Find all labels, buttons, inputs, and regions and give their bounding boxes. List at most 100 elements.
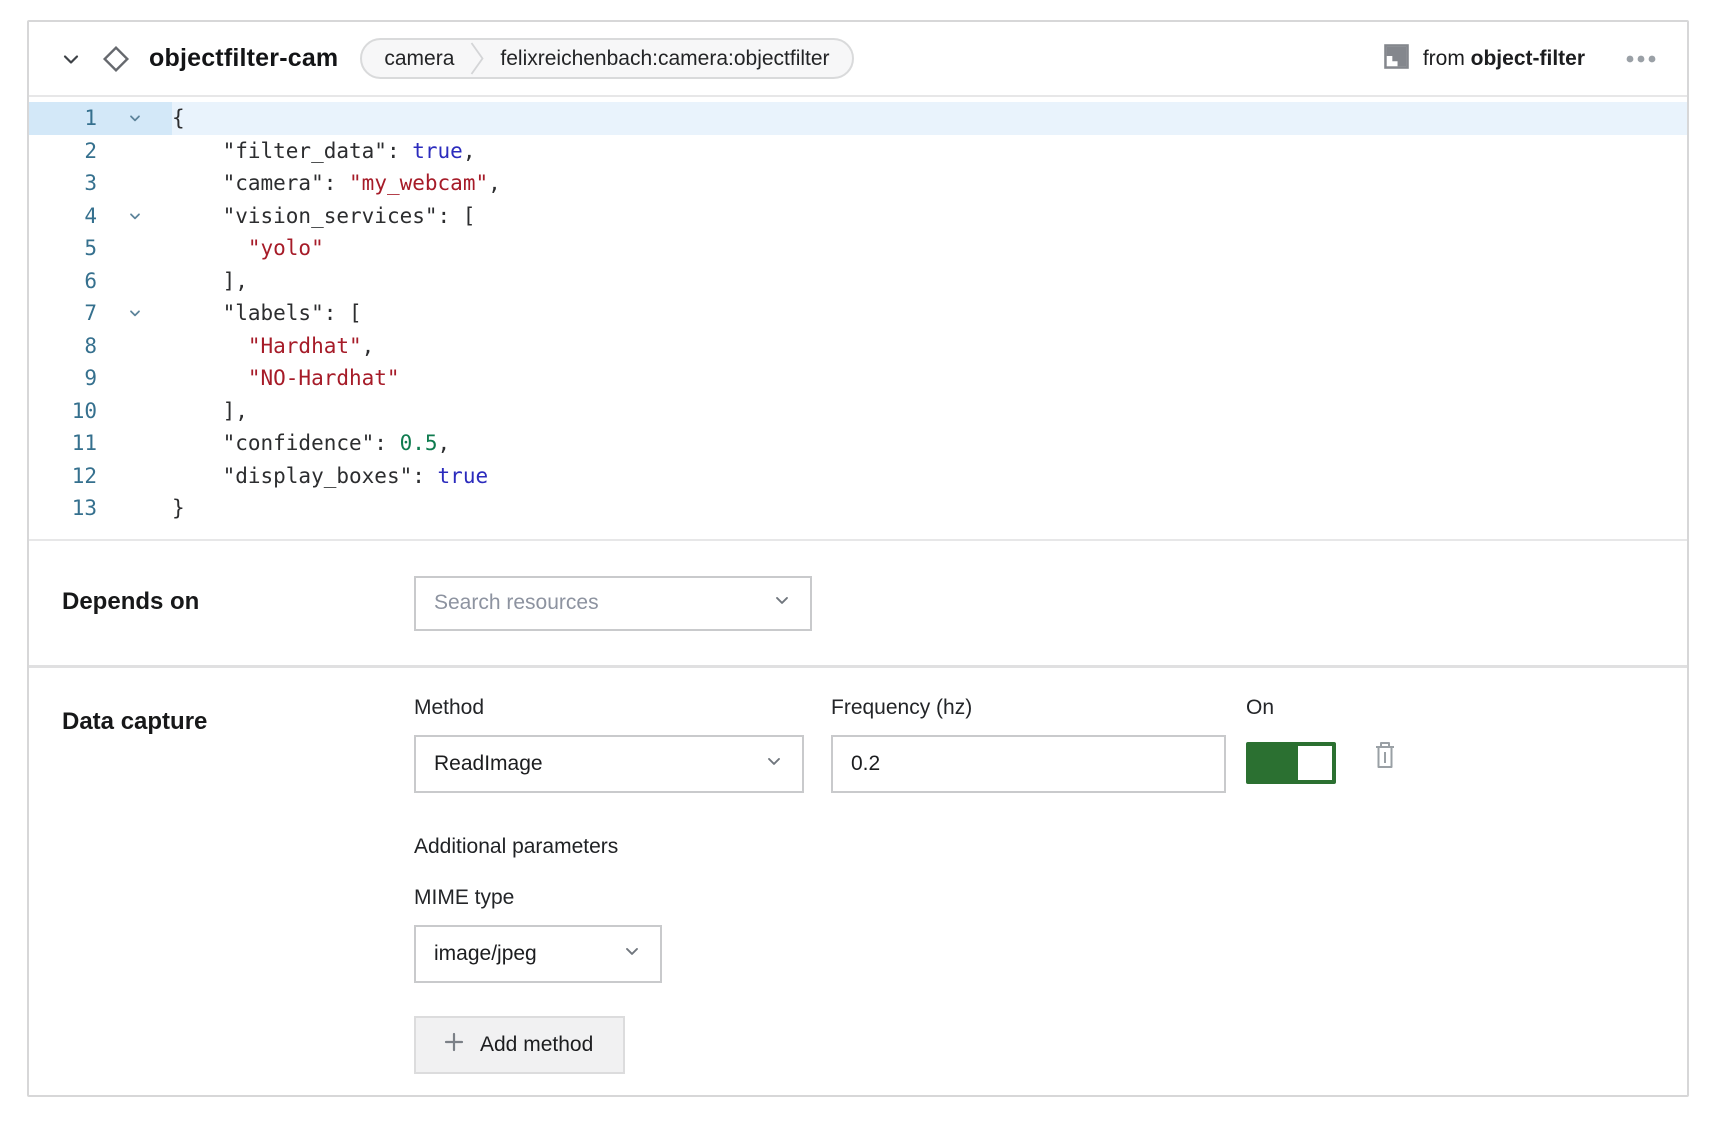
line-number: 6 bbox=[29, 269, 97, 293]
line-number: 11 bbox=[29, 431, 97, 455]
line-number: 8 bbox=[29, 334, 97, 358]
plus-icon bbox=[442, 1030, 466, 1060]
header-right: from object-filter bbox=[1384, 44, 1657, 74]
capture-toggle-field: On bbox=[1246, 696, 1336, 789]
line-number: 12 bbox=[29, 464, 97, 488]
code-line[interactable]: 3 "camera": "my_webcam", bbox=[29, 167, 1687, 200]
code-line-content: "Hardhat", bbox=[172, 334, 374, 358]
code-line[interactable]: 7 "labels": [ bbox=[29, 297, 1687, 330]
toggle-knob bbox=[1298, 746, 1332, 780]
frequency-input[interactable] bbox=[831, 735, 1226, 793]
resource-type-chip: camera felixreichenbach:camera:objectfil… bbox=[360, 38, 853, 79]
mime-type-select[interactable]: image/jpeg bbox=[414, 925, 662, 983]
code-line[interactable]: 5 "yolo" bbox=[29, 232, 1687, 265]
code-line-content: "yolo" bbox=[172, 236, 324, 260]
data-capture-content: Method ReadImage Frequency (hz) On bbox=[414, 696, 1657, 1074]
code-line-content: "vision_services": [ bbox=[172, 204, 475, 228]
component-diamond-icon bbox=[99, 42, 133, 76]
fold-chevron-icon[interactable] bbox=[97, 208, 172, 224]
mime-type-label: MIME type bbox=[414, 886, 1657, 910]
code-line-content: ], bbox=[172, 269, 248, 293]
add-method-button[interactable]: Add method bbox=[414, 1016, 625, 1074]
line-number: 3 bbox=[29, 171, 97, 195]
on-label: On bbox=[1246, 696, 1336, 720]
page-title: objectfilter-cam bbox=[149, 44, 338, 73]
line-number: 9 bbox=[29, 366, 97, 390]
code-line[interactable]: 2 "filter_data": true, bbox=[29, 135, 1687, 168]
card-header: objectfilter-cam camera felixreichenbach… bbox=[29, 22, 1687, 97]
code-line-content: "NO-Hardhat" bbox=[172, 366, 400, 390]
gutter: 1 bbox=[29, 102, 172, 135]
code-line-content: } bbox=[172, 496, 185, 520]
mime-type-value: image/jpeg bbox=[434, 942, 537, 966]
gutter: 3 bbox=[29, 167, 172, 200]
from-label: from bbox=[1423, 47, 1465, 70]
from-module-text: from object-filter bbox=[1423, 47, 1585, 71]
code-line[interactable]: 8 "Hardhat", bbox=[29, 330, 1687, 363]
method-label: Method bbox=[414, 696, 804, 720]
gutter: 4 bbox=[29, 200, 172, 233]
code-line[interactable]: 6 ], bbox=[29, 265, 1687, 298]
chip-type-label: camera bbox=[384, 47, 454, 71]
select-chevron-icon bbox=[622, 941, 642, 967]
code-line[interactable]: 9 "NO-Hardhat" bbox=[29, 362, 1687, 395]
code-line[interactable]: 4 "vision_services": [ bbox=[29, 200, 1687, 233]
ellipsis-menu-icon[interactable] bbox=[1625, 54, 1657, 64]
from-module-name: object-filter bbox=[1471, 47, 1585, 70]
code-line[interactable]: 1{ bbox=[29, 102, 1687, 135]
data-capture-heading: Data capture bbox=[62, 696, 414, 1074]
depends-on-select[interactable]: Search resources bbox=[414, 576, 812, 631]
gutter: 13 bbox=[29, 492, 172, 525]
code-line-content: { bbox=[172, 106, 185, 130]
depends-on-placeholder: Search resources bbox=[434, 591, 599, 615]
line-number: 2 bbox=[29, 139, 97, 163]
code-line-content: "display_boxes": true bbox=[172, 464, 488, 488]
depends-on-section: Depends on Search resources bbox=[29, 539, 1687, 665]
select-chevron-icon bbox=[764, 751, 784, 777]
gutter: 9 bbox=[29, 362, 172, 395]
code-line-content: "labels": [ bbox=[172, 301, 362, 325]
gutter: 5 bbox=[29, 232, 172, 265]
method-value: ReadImage bbox=[434, 752, 543, 776]
add-method-label: Add method bbox=[480, 1033, 593, 1057]
depends-on-heading: Depends on bbox=[62, 576, 414, 629]
collapse-chevron-icon[interactable] bbox=[59, 47, 83, 71]
gutter: 11 bbox=[29, 427, 172, 460]
data-capture-section: Data capture Method ReadImage Frequency … bbox=[29, 665, 1687, 1110]
select-chevron-icon bbox=[772, 590, 792, 616]
gutter: 12 bbox=[29, 460, 172, 493]
line-number: 7 bbox=[29, 301, 97, 325]
line-number: 4 bbox=[29, 204, 97, 228]
code-line-content: "camera": "my_webcam", bbox=[172, 171, 501, 195]
code-line[interactable]: 12 "display_boxes": true bbox=[29, 460, 1687, 493]
frequency-label: Frequency (hz) bbox=[831, 696, 1226, 720]
line-number: 5 bbox=[29, 236, 97, 260]
capture-on-toggle[interactable] bbox=[1246, 742, 1336, 784]
module-icon bbox=[1384, 44, 1409, 74]
line-number: 13 bbox=[29, 496, 97, 520]
fold-chevron-icon[interactable] bbox=[97, 305, 172, 321]
chip-model-label: felixreichenbach:camera:objectfilter bbox=[500, 47, 829, 71]
breadcrumb-chevron-icon bbox=[470, 38, 484, 79]
method-field: Method ReadImage bbox=[414, 696, 804, 793]
trash-icon[interactable] bbox=[1372, 740, 1398, 770]
capture-method-row: Method ReadImage Frequency (hz) On bbox=[414, 696, 1657, 793]
code-line-content: "confidence": 0.5, bbox=[172, 431, 450, 455]
json-config-editor[interactable]: 1{2 "filter_data": true,3 "camera": "my_… bbox=[29, 97, 1687, 539]
gutter: 2 bbox=[29, 135, 172, 168]
line-number: 1 bbox=[29, 106, 97, 130]
gutter: 8 bbox=[29, 330, 172, 363]
gutter: 6 bbox=[29, 265, 172, 298]
gutter: 7 bbox=[29, 297, 172, 330]
method-select[interactable]: ReadImage bbox=[414, 735, 804, 793]
depends-on-content: Search resources bbox=[414, 576, 1657, 629]
code-line-content: ], bbox=[172, 399, 248, 423]
code-line[interactable]: 10 ], bbox=[29, 395, 1687, 428]
code-line[interactable]: 13} bbox=[29, 492, 1687, 525]
gutter: 10 bbox=[29, 395, 172, 428]
fold-chevron-icon[interactable] bbox=[97, 110, 172, 126]
resource-card: objectfilter-cam camera felixreichenbach… bbox=[27, 20, 1689, 1097]
code-line[interactable]: 11 "confidence": 0.5, bbox=[29, 427, 1687, 460]
line-number: 10 bbox=[29, 399, 97, 423]
code-line-content: "filter_data": true, bbox=[172, 139, 475, 163]
